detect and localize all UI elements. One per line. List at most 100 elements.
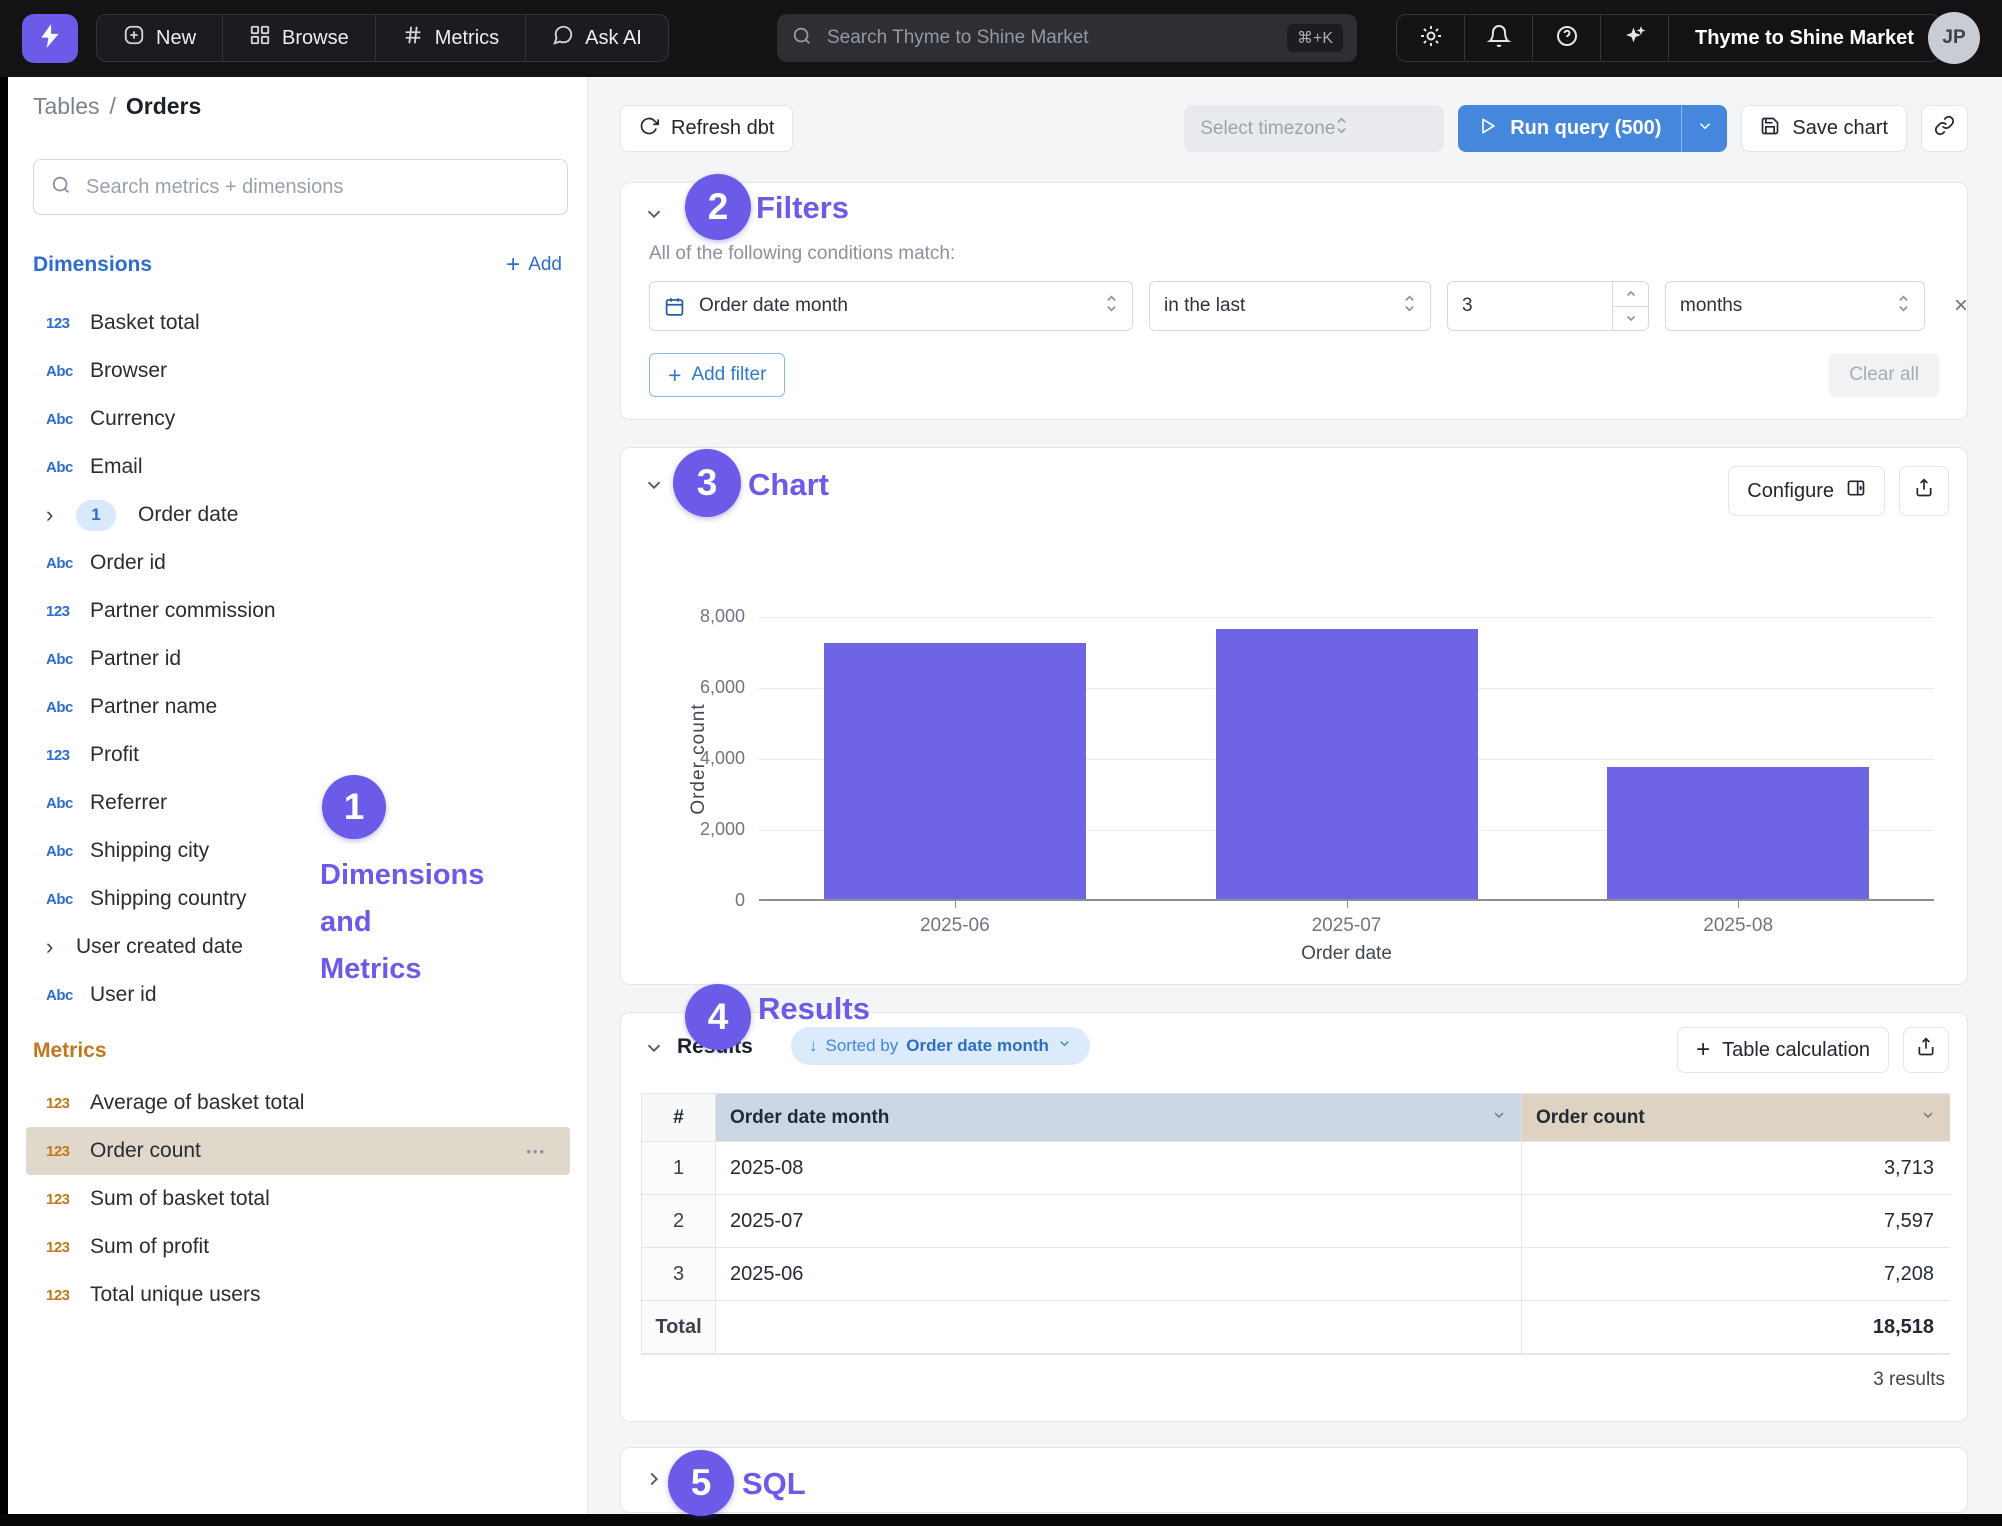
nav-browse-button[interactable]: Browse [223,15,376,61]
sidebar-item-total-unique-users[interactable]: 123Total unique users [8,1271,588,1319]
timezone-placeholder: Select timezone [1200,118,1335,140]
sidebar-item-user-created-date[interactable]: ›User created date [8,923,588,971]
filter-operator-select[interactable]: in the last [1149,281,1431,331]
filter-value-input[interactable]: 3 [1447,281,1649,331]
ai-assistant-button[interactable] [1601,15,1669,61]
chevron-right-icon [643,1477,665,1494]
sidebar-item-label: Referrer [90,791,167,815]
sidebar-item-profit[interactable]: 123Profit [8,731,588,779]
close-icon: × [1954,292,1968,320]
sidebar-search[interactable] [33,159,568,215]
nav-new-button[interactable]: New [97,15,223,61]
global-search[interactable]: ⌘+K [777,14,1357,62]
active-field-count-badge: 1 [76,500,116,531]
filter-unit-select[interactable]: months [1665,281,1925,331]
breadcrumb-tables-link[interactable]: Tables [33,93,99,120]
sidebar-item-label: Partner commission [90,599,276,623]
sidebar-item-user-id[interactable]: AbcUser id [8,971,588,1019]
app-logo[interactable] [22,14,78,63]
nav-new-label: New [156,27,196,50]
number-type-icon: 123 [46,1239,90,1256]
order-count-cell[interactable]: 7,208 [1522,1248,1950,1301]
chevron-down-icon [1696,117,1714,140]
filters-collapse-button[interactable] [643,203,665,230]
sidebar-item-average-of-basket-total[interactable]: 123Average of basket total [8,1079,588,1127]
sidebar-item-shipping-city[interactable]: AbcShipping city [8,827,588,875]
stepper-down-button[interactable] [1613,307,1648,331]
bar-2025-06[interactable] [824,643,1086,899]
order-date-month-cell[interactable]: 2025-06 [716,1248,1522,1301]
filter-field-select[interactable]: Order date month [649,281,1133,331]
run-query-button[interactable]: Run query (500) [1458,105,1681,152]
nav-metrics-button[interactable]: Metrics [376,15,526,61]
sidebar-item-label: Sum of profit [90,1235,209,1259]
refresh-dbt-button[interactable]: Refresh dbt [620,105,793,152]
sql-expand-button[interactable] [643,1468,665,1495]
configure-button[interactable]: Configure [1728,466,1885,516]
sidebar-item-label: Order count [90,1139,201,1163]
order-count-cell[interactable]: 3,713 [1522,1142,1950,1195]
column-header-order-date-month[interactable]: Order date month [716,1094,1522,1142]
sidebar-item-email[interactable]: AbcEmail [8,443,588,491]
table-calculation-button[interactable]: + Table calculation [1677,1027,1889,1073]
sidebar-item-partner-name[interactable]: AbcPartner name [8,683,588,731]
sidebar-item-referrer[interactable]: AbcReferrer [8,779,588,827]
add-dimension-button[interactable]: + Add [506,253,562,277]
clear-all-button[interactable]: Clear all [1829,353,1939,397]
sidebar-item-label: Shipping country [90,887,246,911]
breadcrumb-separator: / [109,93,115,120]
sidebar-item-label: Order id [90,551,166,575]
number-type-icon: 123 [46,1095,90,1112]
sidebar-item-partner-commission[interactable]: 123Partner commission [8,587,588,635]
help-button[interactable] [1533,15,1601,61]
sidebar-item-order-count[interactable]: 123Order count••• [26,1127,570,1175]
sidebar-item-basket-total[interactable]: 123Basket total [8,299,588,347]
export-chart-button[interactable] [1899,466,1949,516]
sidebar-item-sum-of-profit[interactable]: 123Sum of profit [8,1223,588,1271]
nav-ask-ai-button[interactable]: Ask AI [526,15,668,61]
sidebar-item-shipping-country[interactable]: AbcShipping country [8,875,588,923]
more-options-icon[interactable]: ••• [526,1144,546,1159]
bar-2025-08[interactable] [1607,767,1869,899]
export-results-button[interactable] [1903,1027,1949,1073]
org-name-label: Thyme to Shine Market [1695,27,1914,50]
chevron-right-icon[interactable]: › [46,504,76,526]
share-link-button[interactable] [1921,105,1968,152]
remove-filter-button[interactable]: × [1941,281,1981,331]
string-type-icon: Abc [46,459,90,476]
sidebar-item-currency[interactable]: AbcCurrency [8,395,588,443]
chevron-right-icon[interactable]: › [46,936,76,958]
sidebar-search-input[interactable] [84,175,551,200]
sidebar-item-order-date[interactable]: ›1Order date [8,491,588,539]
sidebar-item-order-id[interactable]: AbcOrder id [8,539,588,587]
bar-2025-07[interactable] [1216,629,1478,899]
user-avatar[interactable]: JP [1928,12,1980,64]
column-header-order-count[interactable]: Order count [1522,1094,1950,1142]
order-date-month-cell[interactable]: 2025-08 [716,1142,1522,1195]
run-query-options-button[interactable] [1681,105,1727,152]
org-switcher-button[interactable]: Thyme to Shine Market [1669,15,1940,61]
save-icon [1760,116,1780,142]
notifications-button[interactable] [1465,15,1533,61]
query-toolbar: Refresh dbt Select timezone Run query (5… [620,105,1968,152]
sidebar-item-browser[interactable]: AbcBrowser [8,347,588,395]
sorted-by-pill[interactable]: ↓ Sorted by Order date month [791,1027,1090,1065]
order-date-month-cell[interactable]: 2025-07 [716,1195,1522,1248]
global-search-input[interactable] [825,26,1275,50]
sidebar-item-partner-id[interactable]: AbcPartner id [8,635,588,683]
order-count-cell[interactable]: 7,597 [1522,1195,1950,1248]
stepper-up-button[interactable] [1613,282,1648,307]
row-number-cell: 2 [642,1195,716,1248]
timezone-select[interactable]: Select timezone [1184,105,1444,152]
lightning-icon [37,21,63,56]
save-chart-button[interactable]: Save chart [1741,105,1907,152]
number-type-icon: 123 [46,603,90,620]
sidebar-item-sum-of-basket-total[interactable]: 123Sum of basket total [8,1175,588,1223]
add-filter-button[interactable]: + Add filter [649,353,785,397]
filter-rule-row: Order date month in the last 3 [649,281,1981,331]
number-type-icon: 123 [46,1191,90,1208]
settings-button[interactable] [1397,15,1465,61]
string-type-icon: Abc [46,699,90,716]
chart-collapse-button[interactable] [643,474,665,501]
results-collapse-button[interactable] [643,1037,665,1064]
